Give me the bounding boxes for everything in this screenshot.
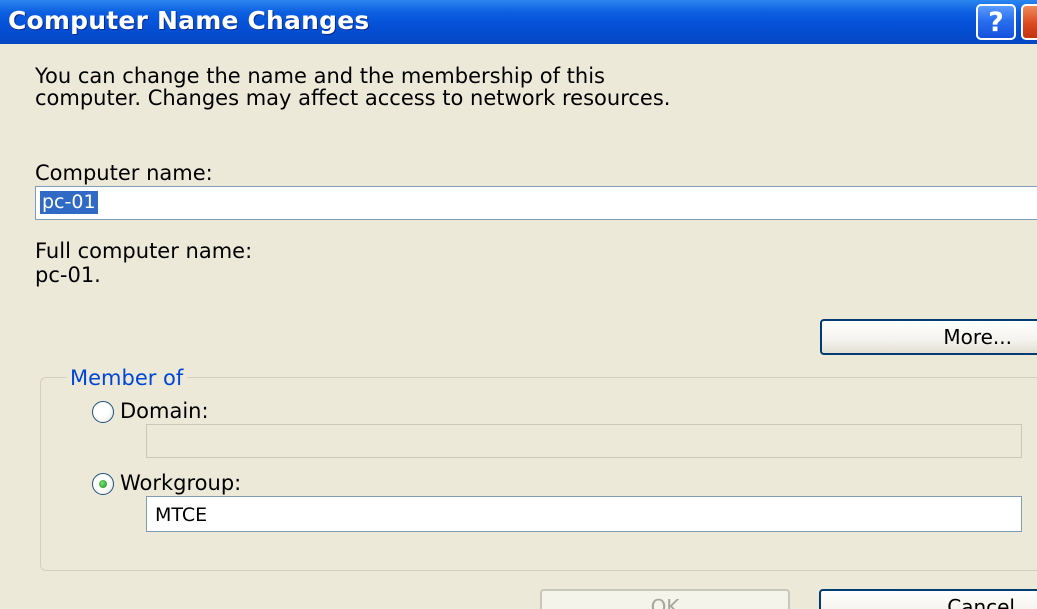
radio-checked-dot	[99, 480, 107, 488]
description-line-2: computer. Changes may affect access to n…	[35, 86, 671, 110]
computer-name-value: pc-01	[40, 191, 98, 214]
ok-button[interactable]: OK	[540, 589, 790, 609]
domain-radio-label[interactable]: Domain:	[120, 399, 209, 423]
full-computer-name-value: pc-01.	[35, 263, 101, 287]
more-button-label: More...	[943, 325, 1012, 349]
computer-name-input[interactable]: pc-01	[35, 186, 1037, 220]
cancel-button[interactable]: Cancel	[819, 589, 1037, 609]
close-button[interactable]	[1021, 4, 1037, 40]
radio-unchecked-icon[interactable]	[92, 401, 114, 423]
more-button[interactable]: More...	[820, 319, 1037, 355]
workgroup-radio-label[interactable]: Workgroup:	[120, 471, 241, 495]
workgroup-input-value: MTCE	[155, 504, 208, 526]
help-icon: ?	[988, 6, 1004, 38]
dialog-body: You can change the name and the membersh…	[0, 44, 1037, 609]
workgroup-input[interactable]: MTCE	[146, 496, 1022, 532]
title-bar[interactable]: Computer Name Changes ?	[0, 0, 1037, 44]
member-of-legend: Member of	[66, 366, 188, 390]
computer-name-changes-window: Computer Name Changes ? You can change t…	[0, 0, 1037, 609]
full-computer-name-label: Full computer name:	[35, 239, 253, 263]
radio-checked-icon[interactable]	[92, 473, 114, 495]
ok-button-label: OK	[650, 595, 680, 609]
help-button[interactable]: ?	[976, 4, 1016, 40]
window-title: Computer Name Changes	[8, 6, 370, 35]
domain-input[interactable]	[146, 424, 1022, 458]
cancel-button-label: Cancel	[947, 595, 1015, 609]
computer-name-label: Computer name:	[35, 161, 213, 185]
description-line-1: You can change the name and the membersh…	[35, 64, 605, 88]
